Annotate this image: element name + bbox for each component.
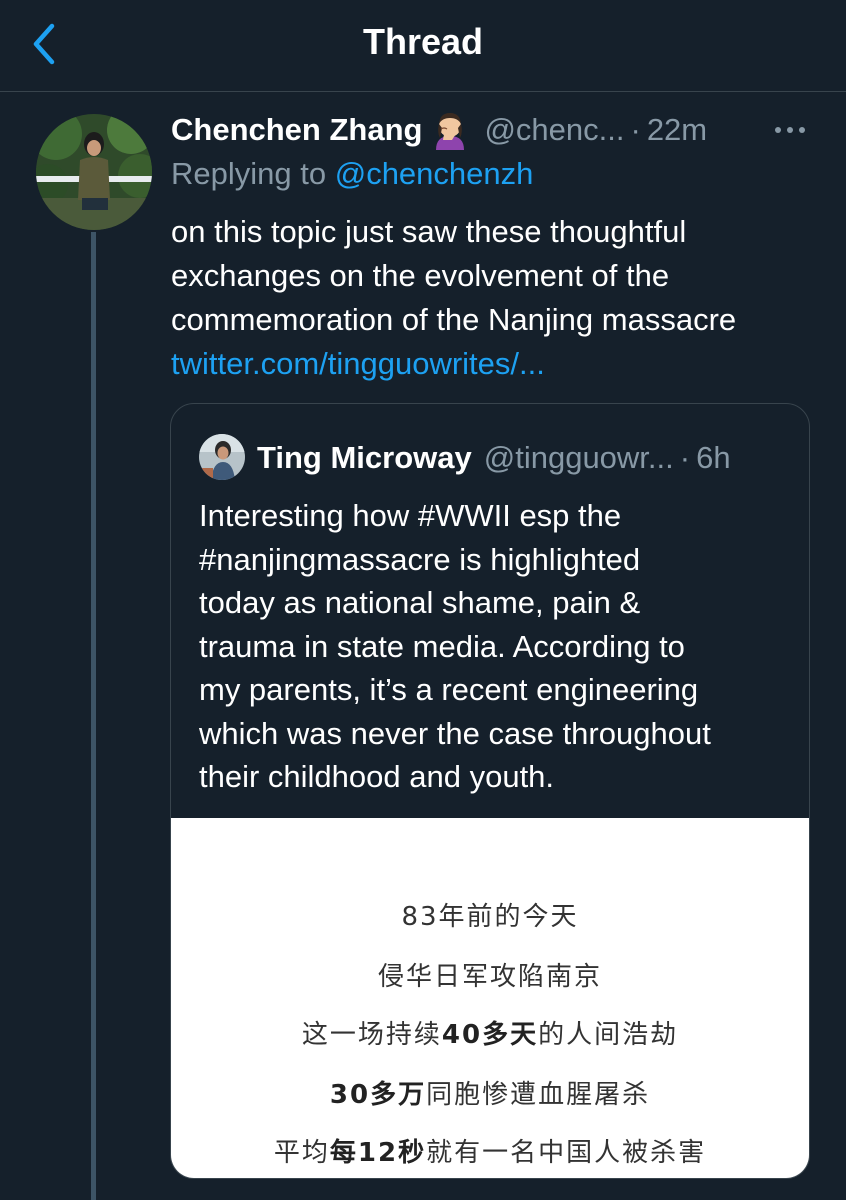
quoted-text-line: my parents, it’s a recent engineering bbox=[199, 672, 699, 707]
quoted-text-line: today as national shame, pain & bbox=[199, 585, 641, 620]
meta-separator: · bbox=[630, 112, 641, 147]
quoted-tweet-card[interactable]: Ting Microway @tingguowr... · 6h Interes… bbox=[170, 403, 810, 1179]
thread-header: Thread bbox=[0, 0, 846, 92]
quoted-text-line: #nanjingmassacre is highlighted bbox=[199, 541, 641, 577]
tweet-header: Chenchen Zhang @chenc... · 22m bbox=[171, 108, 707, 152]
quoted-tweet-text: Interesting how #WWII esp the #nanjingma… bbox=[199, 494, 799, 799]
media-text-line: 30多万同胞惨遭血腥屠杀 bbox=[171, 1074, 809, 1111]
quoted-media-image[interactable]: 83年前的今天 侵华日军攻陷南京 这一场持续40多天的人间浩劫 30多万同胞惨遭… bbox=[171, 818, 809, 1178]
meta-separator: · bbox=[679, 440, 691, 475]
quoted-author-avatar[interactable] bbox=[199, 434, 245, 480]
quoted-author-name[interactable]: Ting Microway bbox=[257, 440, 472, 476]
quoted-text-line: their childhood and youth. bbox=[199, 759, 555, 794]
author-handle[interactable]: @chenc... bbox=[484, 112, 624, 148]
quoted-avatar-photo bbox=[199, 434, 245, 480]
media-text-bold: 30多万 bbox=[329, 1080, 427, 1110]
media-text: 侵华日军攻陷南京 bbox=[377, 962, 602, 992]
media-text: 的人间浩劫 bbox=[538, 1020, 679, 1050]
avatar-photo bbox=[36, 114, 152, 230]
more-options-button[interactable] bbox=[772, 118, 808, 142]
thread-connector-line bbox=[91, 232, 96, 1200]
replying-to-label: Replying to bbox=[171, 156, 327, 191]
replying-to: Replying to @chenchenzh bbox=[171, 154, 533, 194]
media-text: 83年前的今天 bbox=[401, 902, 579, 932]
media-text-bold: 每12秒 bbox=[329, 1138, 427, 1168]
tweet-text-line: exchanges on the evolvement of the bbox=[171, 258, 670, 293]
quoted-tweet-header: Ting Microway @tingguowr... · 6h bbox=[257, 436, 731, 480]
more-horizontal-icon bbox=[775, 127, 805, 133]
media-text: 平均 bbox=[273, 1138, 330, 1168]
media-text-bold: 40多天 bbox=[441, 1020, 539, 1050]
media-text-line: 平均每12秒就有一名中国人被杀害 bbox=[171, 1132, 809, 1169]
quoted-author-handle[interactable]: @tingguowr... bbox=[484, 440, 674, 476]
tweet-text: on this topic just saw these thoughtful … bbox=[171, 210, 821, 386]
media-text: 就有一名中国人被杀害 bbox=[426, 1138, 707, 1168]
media-text-line: 83年前的今天 bbox=[171, 896, 809, 933]
quoted-tweet-timestamp[interactable]: 6h bbox=[696, 440, 730, 476]
author-name[interactable]: Chenchen Zhang bbox=[171, 112, 422, 148]
media-text: 同胞惨遭血腥屠杀 bbox=[426, 1080, 651, 1110]
media-text-line: 这一场持续40多天的人间浩劫 bbox=[171, 1014, 809, 1051]
replying-to-handle[interactable]: @chenchenzh bbox=[335, 156, 534, 191]
tweet-text-line: on this topic just saw these thoughtful bbox=[171, 214, 687, 249]
quoted-text-line: Interesting how #WWII esp the bbox=[199, 498, 622, 533]
tweet-link[interactable]: twitter.com/tingguowrites/... bbox=[171, 342, 821, 386]
media-text: 这一场持续 bbox=[301, 1020, 442, 1050]
author-avatar[interactable] bbox=[36, 114, 152, 230]
quoted-text-line: which was never the case throughout bbox=[199, 715, 711, 751]
facepalm-emoji-icon bbox=[430, 110, 470, 150]
media-text-line: 侵华日军攻陷南京 bbox=[171, 956, 809, 993]
tweet-timestamp[interactable]: 22m bbox=[647, 112, 707, 148]
quoted-text-line: trauma in state media. According to bbox=[199, 628, 685, 664]
tweet-text-line: commemoration of the Nanjing massacre bbox=[171, 302, 737, 337]
page-title: Thread bbox=[362, 21, 484, 62]
